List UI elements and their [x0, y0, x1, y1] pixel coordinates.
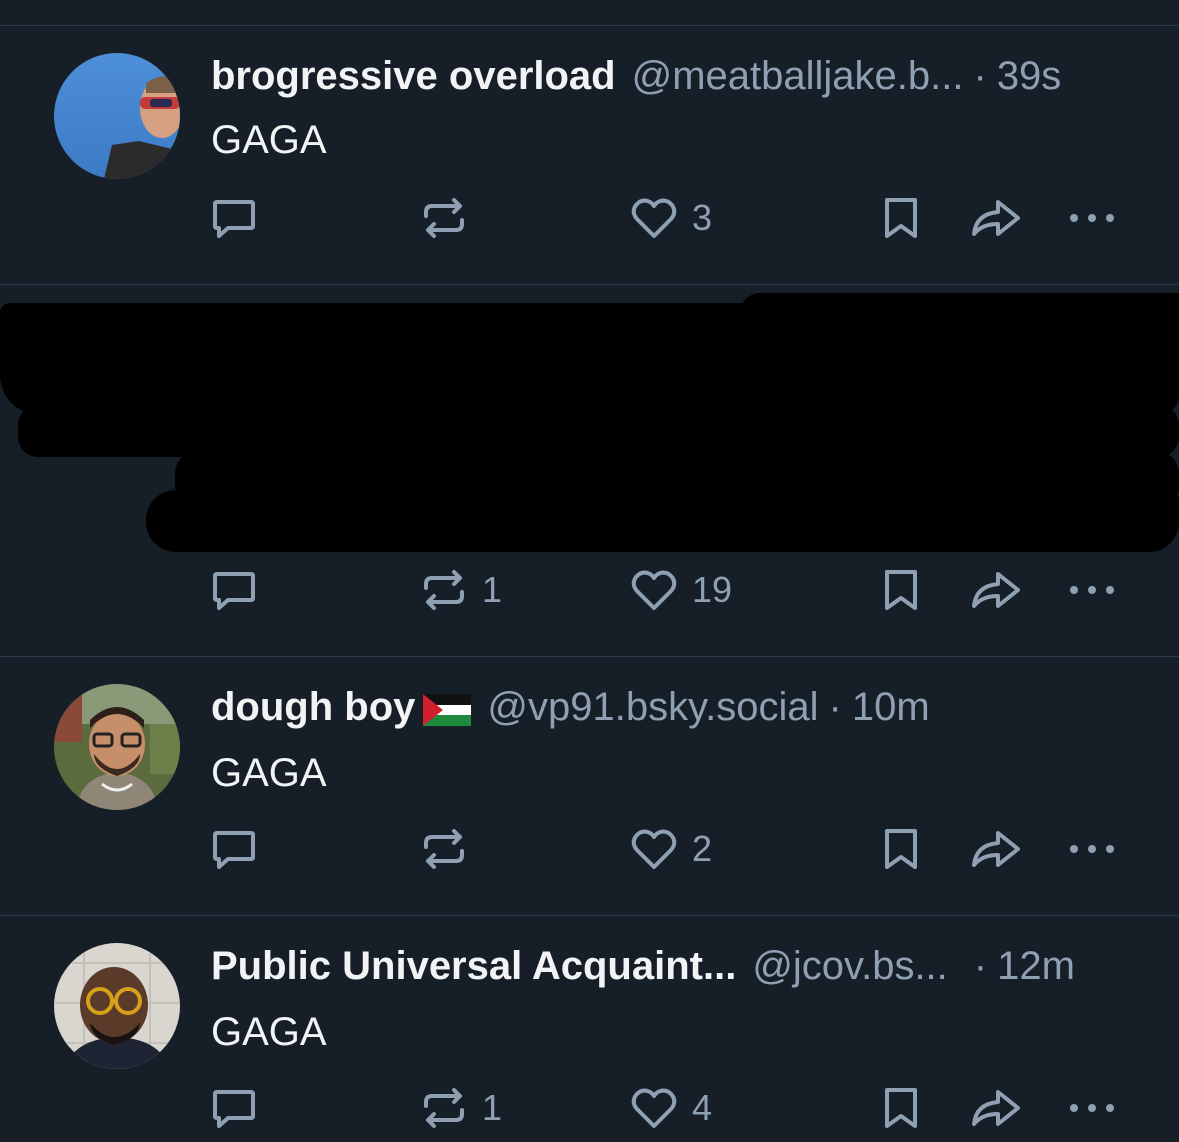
share-button[interactable] [968, 192, 1024, 244]
post-4[interactable]: Public Universal Acquaint... @jcov.bs...… [0, 916, 1179, 1142]
like-count: 19 [692, 569, 733, 610]
like-count: 4 [692, 1087, 713, 1128]
post-1[interactable]: brogressive overload @meatballjake.b... … [0, 26, 1179, 284]
avatar[interactable] [54, 53, 180, 179]
more-button[interactable] [1066, 192, 1118, 244]
share-icon [972, 572, 1020, 608]
like-count: 2 [692, 828, 713, 869]
reply-button[interactable] [208, 1082, 260, 1134]
action-bar: 2 [0, 823, 1179, 875]
avatar-image [54, 684, 180, 810]
timestamp[interactable]: 39s [997, 54, 1062, 99]
more-icon [1070, 586, 1114, 594]
display-name[interactable]: brogressive overload [211, 54, 616, 99]
redaction-mark [740, 293, 1179, 333]
more-button[interactable] [1066, 564, 1118, 616]
timestamp[interactable]: 10m [852, 685, 930, 730]
post-text: GAGA [211, 751, 327, 795]
like-button[interactable]: 4 [628, 1082, 712, 1134]
reply-button[interactable] [208, 192, 260, 244]
bookmark-button[interactable] [875, 564, 927, 616]
bookmark-button[interactable] [875, 192, 927, 244]
handle[interactable]: @jcov.bs... [752, 944, 947, 989]
repost-icon [424, 1088, 464, 1128]
post-2[interactable]: 1 19 [0, 285, 1179, 656]
separator-dot: · [973, 943, 988, 988]
repost-button[interactable]: 1 [418, 1082, 502, 1134]
feed: brogressive overload @meatballjake.b... … [0, 0, 1179, 1142]
timestamp[interactable]: 12m [997, 944, 1075, 989]
reply-icon [213, 1090, 255, 1128]
reply-icon [213, 200, 255, 238]
avatar-image [54, 943, 180, 1069]
bookmark-icon [885, 570, 917, 610]
like-icon [631, 198, 677, 238]
reply-button[interactable] [208, 564, 260, 616]
like-count: 3 [692, 197, 713, 238]
more-icon [1070, 845, 1114, 853]
avatar[interactable] [54, 684, 180, 810]
repost-icon [424, 198, 464, 238]
more-button[interactable] [1066, 1082, 1118, 1134]
like-icon [631, 829, 677, 869]
repost-button[interactable] [418, 823, 482, 875]
post-header: brogressive overload @meatballjake.b... … [211, 51, 1135, 101]
share-button[interactable] [968, 823, 1024, 875]
action-bar: 1 4 [0, 1082, 1179, 1134]
action-bar: 3 [0, 192, 1179, 244]
palestine-flag-icon [423, 691, 472, 726]
like-button[interactable]: 2 [628, 823, 712, 875]
post-3[interactable]: dough boy @vp91.bsky.social · 10m GAGA 2 [0, 657, 1179, 915]
share-icon [972, 1090, 1020, 1126]
bookmark-icon [885, 198, 917, 238]
post-text: GAGA [211, 1010, 327, 1054]
more-icon [1070, 214, 1114, 222]
display-name[interactable]: Public Universal Acquaint... [211, 944, 736, 989]
more-button[interactable] [1066, 823, 1118, 875]
bookmark-button[interactable] [875, 1082, 927, 1134]
bookmark-icon [885, 829, 917, 869]
separator-dot: · [973, 53, 987, 98]
bookmark-icon [885, 1088, 917, 1128]
more-icon [1070, 1104, 1114, 1112]
display-name[interactable]: dough boy [211, 685, 415, 730]
like-button[interactable]: 19 [628, 564, 732, 616]
like-icon [631, 570, 677, 610]
repost-icon [424, 829, 464, 869]
share-button[interactable] [968, 1082, 1024, 1134]
redaction-mark [146, 490, 1179, 552]
avatar[interactable] [54, 943, 180, 1069]
like-icon [631, 1088, 677, 1128]
repost-count: 1 [482, 1087, 503, 1128]
like-button[interactable]: 3 [628, 192, 712, 244]
handle[interactable]: @meatballjake.b... [632, 54, 964, 99]
share-icon [972, 831, 1020, 867]
repost-count: 1 [482, 569, 503, 610]
action-bar: 1 19 [0, 564, 1179, 616]
reply-button[interactable] [208, 823, 260, 875]
separator-dot: · [828, 684, 842, 729]
repost-button[interactable] [418, 192, 482, 244]
bookmark-button[interactable] [875, 823, 927, 875]
reply-icon [213, 572, 255, 610]
handle[interactable]: @vp91.bsky.social [487, 685, 818, 730]
post-header: Public Universal Acquaint... @jcov.bs...… [211, 941, 1135, 991]
post-text: GAGA [211, 118, 327, 162]
post-header: dough boy @vp91.bsky.social · 10m [211, 682, 1135, 732]
repost-icon [424, 570, 464, 610]
reply-icon [213, 831, 255, 869]
avatar-image [54, 53, 180, 179]
share-button[interactable] [968, 564, 1024, 616]
share-icon [972, 200, 1020, 236]
repost-button[interactable]: 1 [418, 564, 502, 616]
